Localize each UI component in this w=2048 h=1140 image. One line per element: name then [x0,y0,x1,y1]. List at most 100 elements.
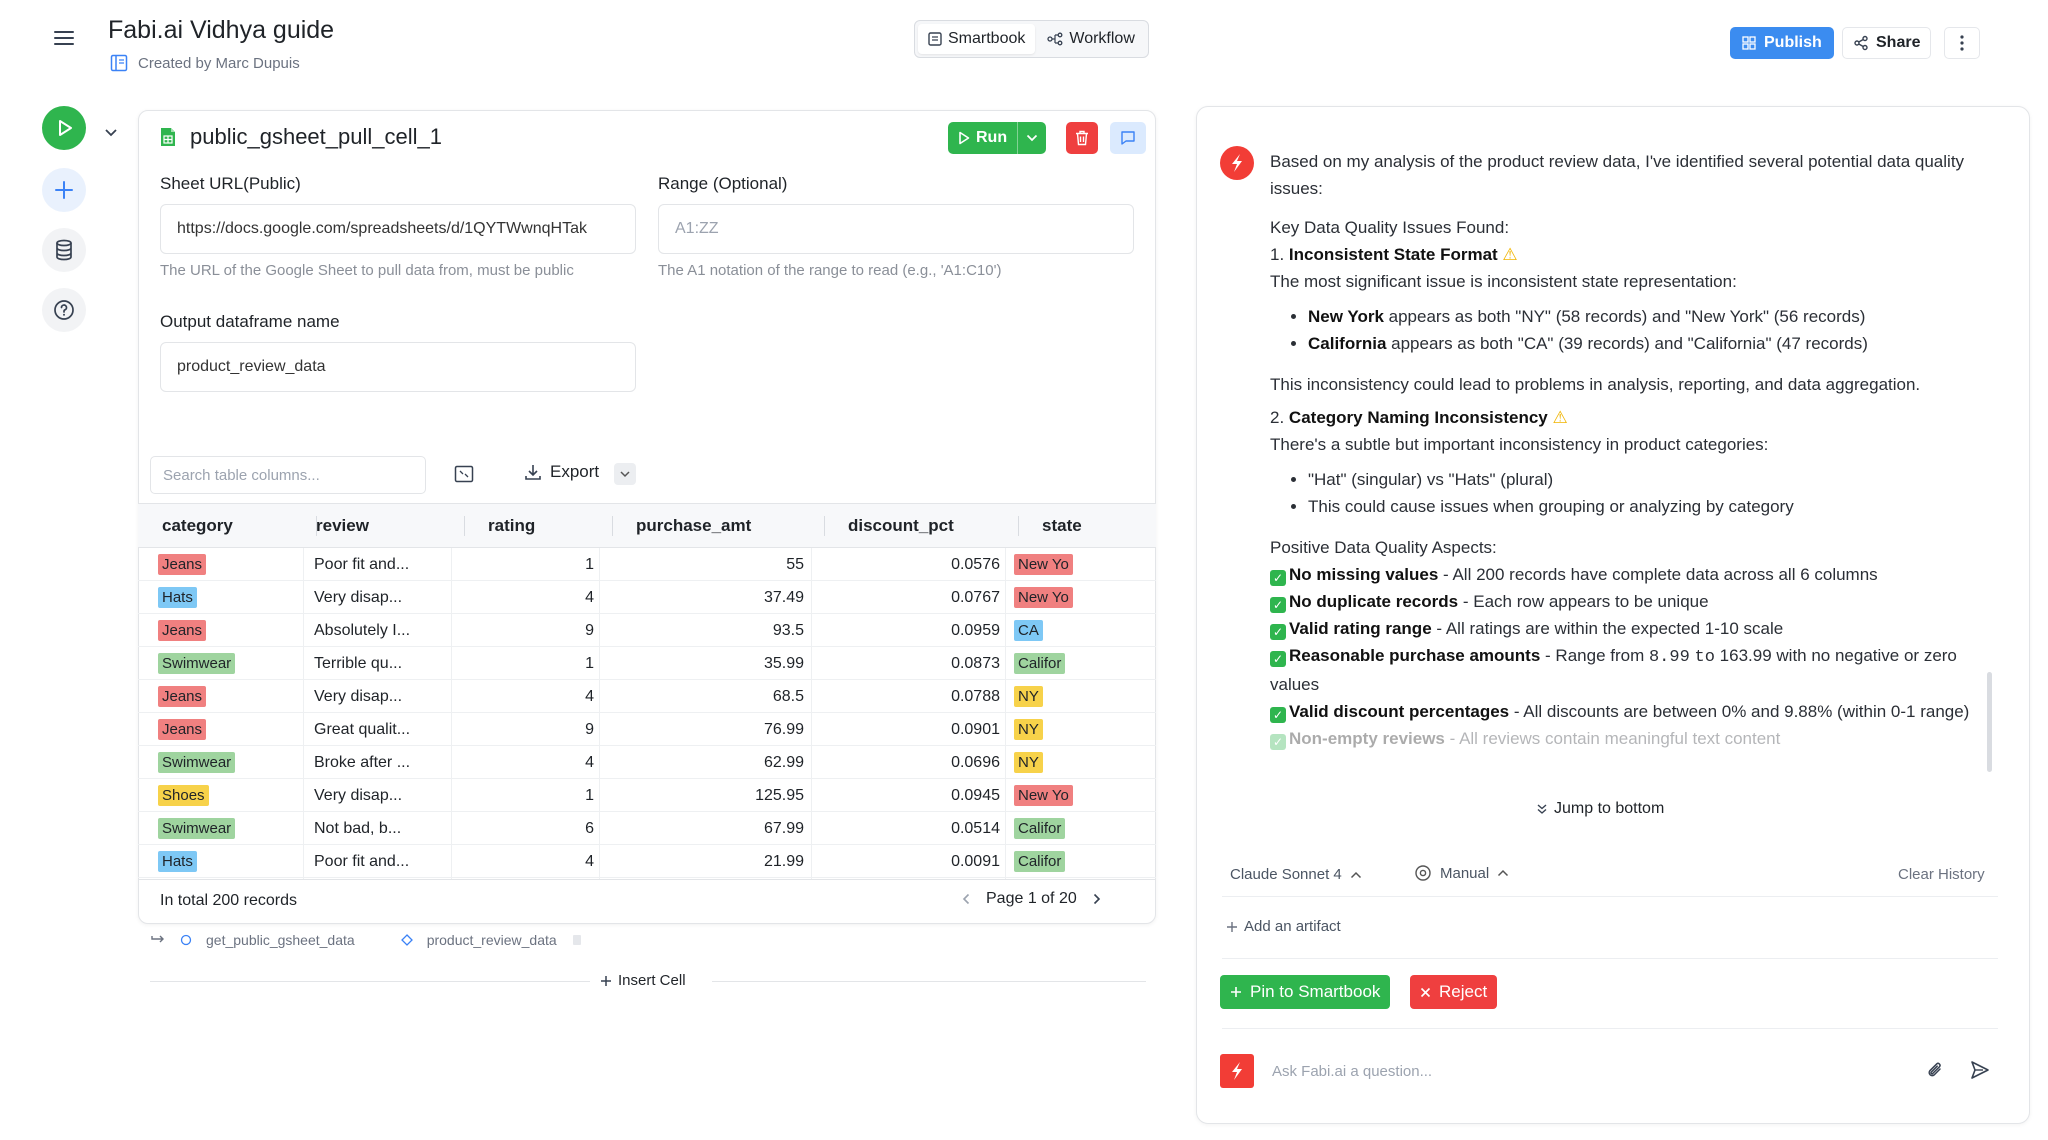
next-page-icon[interactable] [1093,893,1101,905]
sheet-url-input[interactable]: https://docs.google.com/spreadsheets/d/1… [160,204,636,254]
run-button[interactable]: Run [948,122,1047,154]
table-cell-rating: 4 [585,853,594,870]
range-help: The A1 notation of the range to read (e.… [658,262,1002,279]
expand-icon[interactable] [454,465,474,483]
chat-scrollbar[interactable] [1987,672,1992,772]
run-dropdown[interactable] [1018,122,1046,154]
divider [1222,1028,1998,1029]
output-dataframe-link[interactable]: product_review_data [427,932,557,948]
delete-cell-button[interactable] [1066,122,1098,154]
table-row[interactable]: Hats Poor fit and... 4 21.99 0.0091 Califor [138,845,1156,878]
table-row[interactable]: Swimwear Not bad, b... 6 67.99 0.0514 Califor [138,812,1156,845]
category-tag: Swimwear [158,818,236,839]
table-row[interactable]: Jeans Absolutely I... 9 93.5 0.0959 CA [138,614,1156,647]
export-button[interactable]: Export [524,462,599,482]
check-icon: ✓ [1270,734,1286,750]
pin-to-smartbook-button[interactable]: Pin to Smartbook [1220,975,1391,1009]
comment-icon [1120,130,1136,146]
chevron-down-icon[interactable] [104,128,118,138]
table-row[interactable]: Jeans Very disap... 4 68.5 0.0788 NY [138,680,1156,713]
help-button[interactable] [42,288,86,332]
execution-mode-selector[interactable]: Manual [1414,864,1509,882]
state-tag: NY [1014,719,1043,740]
issue-bullet: California appears as both "CA" (39 reco… [1308,330,1970,357]
insert-cell-label: Insert Cell [618,972,686,989]
table-cell-category: Jeans [158,614,298,647]
table-cell-rating: 1 [585,556,594,573]
table-cell-review: Very disap... [314,787,403,804]
positive-item: ✓ No duplicate records - Each row appears… [1270,588,1970,615]
share-icon [1853,35,1869,51]
table-cell-state: New Yo [1014,548,1156,581]
source-function-link[interactable]: get_public_gsheet_data [206,932,355,948]
run-all-button[interactable] [42,106,86,150]
output-name-input[interactable]: product_review_data [160,342,636,392]
state-tag: Califor [1014,653,1066,674]
divider [1222,958,1998,959]
category-tag: Jeans [158,620,207,641]
prev-page-icon[interactable] [962,893,970,905]
table-cell-discount-pct: 0.0901 [951,721,1000,738]
column-header[interactable]: review [292,504,369,548]
send-icon[interactable] [1970,1060,1990,1080]
publish-button[interactable]: Publish [1730,27,1834,59]
add-cell-button[interactable] [42,168,86,212]
search-columns-input[interactable]: Search table columns... [150,456,426,494]
positive-item: ✓ Valid rating range - All ratings are wi… [1270,615,1970,642]
menu-icon[interactable] [52,26,76,50]
table-row[interactable]: Swimwear Broke after ... 4 62.99 0.0696 NY [138,746,1156,779]
column-header[interactable]: purchase_amt [612,504,751,548]
table-cell-rating: 4 [585,754,594,771]
paperclip-icon[interactable] [1926,1060,1944,1080]
table-cell-category: Hats [158,845,298,878]
table-cell-category: Swimwear [158,647,298,680]
database-button[interactable] [42,228,86,272]
column-header[interactable]: state [1018,504,1082,548]
share-button[interactable]: Share [1842,27,1932,59]
table-row[interactable]: Shoes Very disap... 1 125.95 0.0945 New Yo [138,779,1156,812]
copy-icon[interactable] [571,933,583,947]
workflow-tab[interactable]: Workflow [1037,24,1145,54]
insert-cell-button[interactable]: Insert Cell [600,972,686,989]
table-row[interactable]: Swimwear Terrible qu... 1 35.99 0.0873 Califo… [138,647,1156,680]
play-icon [958,131,970,145]
jump-to-bottom-button[interactable]: Jump to bottom [1528,798,1673,820]
column-header[interactable]: rating [464,504,535,548]
model-label: Claude Sonnet 4 [1230,866,1342,883]
plus-icon [1226,921,1238,933]
issue-impact: This inconsistency could lead to problem… [1270,375,1921,394]
state-tag: New Yo [1014,554,1073,575]
export-dropdown[interactable] [614,463,636,485]
smartbook-tab[interactable]: Smartbook [918,24,1036,54]
more-options-icon[interactable] [1944,27,1980,59]
data-table: category review rating purchase_amt disc… [138,503,1156,880]
range-input[interactable]: A1:ZZ [658,204,1134,254]
message-intro: Based on my analysis of the product revi… [1270,152,1965,198]
reject-button[interactable]: Reject [1410,975,1498,1009]
state-tag: Califor [1014,818,1066,839]
ask-question-input[interactable]: Ask Fabi.ai a question... [1272,1058,1912,1086]
table-cell-discount-pct: 0.0788 [951,688,1000,705]
cell-title[interactable]: public_gsheet_pull_cell_1 [190,124,442,150]
sheet-url-help: The URL of the Google Sheet to pull data… [160,262,574,279]
model-selector[interactable]: Claude Sonnet 4 [1230,866,1362,883]
category-tag: Swimwear [158,752,236,773]
add-artifact-button[interactable]: Add an artifact [1226,918,1341,935]
positive-item: ✓ Valid discount percentages - All discou… [1270,698,1970,725]
column-header[interactable]: discount_pct [824,504,954,548]
check-icon: ✓ [1270,597,1286,613]
table-row[interactable]: Hats Very disap... 4 37.49 0.0767 New Yo [138,581,1156,614]
chevron-down-icon [620,470,630,478]
issue-bullet: This could cause issues when grouping or… [1308,493,1970,520]
clear-history-button[interactable]: Clear History [1898,866,1985,883]
smartbook-icon [110,54,128,72]
database-icon [54,239,74,261]
table-row[interactable]: Jeans Great qualit... 9 76.99 0.0901 NY [138,713,1156,746]
run-main[interactable]: Run [948,122,1019,154]
table-cell-purchase-amt: 93.5 [772,622,804,639]
table-row[interactable]: Jeans Poor fit and... 1 55 0.0576 New Yo [138,548,1156,581]
state-tag: NY [1014,686,1043,707]
comment-button[interactable] [1110,122,1146,154]
column-header[interactable]: category [138,504,233,548]
workflow-tab-label: Workflow [1069,30,1135,47]
